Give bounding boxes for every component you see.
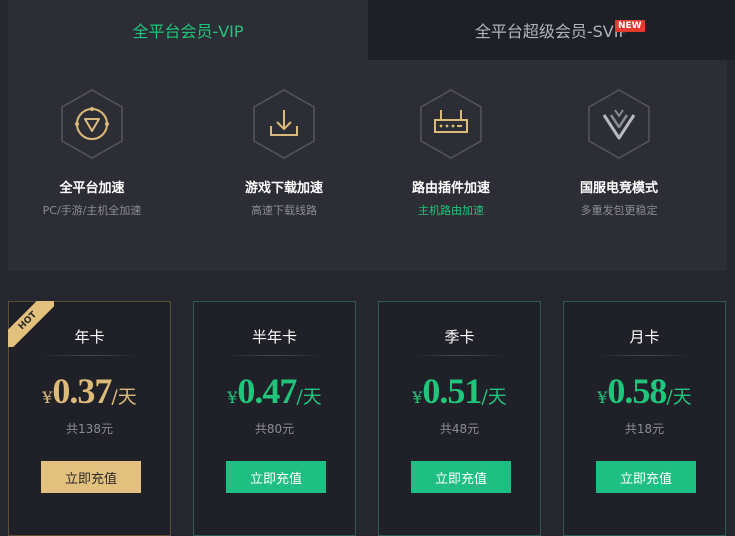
plan-name: 月卡 bbox=[629, 328, 660, 346]
daily-price: 0.58 bbox=[607, 371, 667, 411]
plan-card-monthly[interactable]: 月卡 ¥0.58/天 共18元 立即充值 bbox=[563, 301, 726, 536]
plan-name: 年卡 bbox=[74, 328, 105, 346]
features-panel: 全平台加速 PC/手游/主机全加速 游戏下载加速 高速下载线路 路由插件加速 主… bbox=[8, 60, 727, 271]
plan-name: 半年卡 bbox=[251, 328, 297, 346]
divider bbox=[596, 355, 693, 356]
feature-title: 全平台加速 bbox=[59, 181, 125, 196]
currency-symbol: ¥ bbox=[42, 388, 53, 407]
plan-card-half-year[interactable]: 半年卡 ¥0.47/天 共80元 立即充值 bbox=[193, 301, 356, 536]
total-price: 共18元 bbox=[624, 422, 665, 436]
tab-svip-label: 全平台超级会员-SVIP bbox=[474, 22, 629, 41]
currency-symbol: ¥ bbox=[597, 388, 608, 407]
currency-symbol: ¥ bbox=[227, 388, 238, 407]
recharge-button[interactable]: 立即充值 bbox=[411, 461, 511, 493]
divider bbox=[411, 355, 508, 356]
price-unit: /天 bbox=[481, 386, 507, 408]
tab-vip-label: 全平台会员-VIP bbox=[132, 22, 244, 41]
feature-title: 国服电竞模式 bbox=[579, 181, 658, 196]
total-price: 共80元 bbox=[254, 422, 295, 436]
tab-svip[interactable]: 全平台超级会员-SVIP NEW bbox=[368, 0, 735, 60]
plan-card-yearly[interactable]: HOT 年卡 ¥0.37/天 共138元 立即充值 bbox=[8, 301, 171, 536]
total-price: 共138元 bbox=[66, 422, 113, 436]
daily-price: 0.37 bbox=[52, 371, 112, 411]
feature-title: 路由插件加速 bbox=[411, 181, 490, 196]
price-unit: /天 bbox=[296, 386, 322, 408]
price-row: ¥0.51/天 bbox=[379, 370, 540, 412]
price-row: ¥0.37/天 bbox=[9, 370, 170, 412]
recharge-button[interactable]: 立即充值 bbox=[41, 461, 141, 493]
recharge-button[interactable]: 立即充值 bbox=[596, 461, 696, 493]
feature-desc: PC/手游/主机全加速 bbox=[42, 204, 142, 217]
daily-price: 0.51 bbox=[422, 371, 482, 411]
feature-title: 游戏下载加速 bbox=[244, 181, 323, 196]
price-row: ¥0.58/天 bbox=[564, 370, 725, 412]
divider bbox=[226, 355, 323, 356]
platform-accelerate-icon bbox=[61, 89, 123, 159]
feature-desc: 多重发包更稳定 bbox=[580, 204, 658, 217]
feature-desc: 高速下载线路 bbox=[251, 204, 317, 217]
download-icon bbox=[253, 89, 315, 159]
plan-card-quarterly[interactable]: 季卡 ¥0.51/天 共48元 立即充值 bbox=[378, 301, 541, 536]
divider bbox=[41, 355, 138, 356]
esports-v-icon bbox=[588, 89, 650, 159]
price-row: ¥0.47/天 bbox=[194, 370, 355, 412]
currency-symbol: ¥ bbox=[412, 388, 423, 407]
feature-desc: 主机路由加速 bbox=[418, 204, 484, 217]
recharge-button[interactable]: 立即充值 bbox=[226, 461, 326, 493]
new-badge: NEW bbox=[615, 20, 645, 32]
router-icon bbox=[420, 89, 482, 159]
plan-name: 季卡 bbox=[444, 328, 475, 346]
total-price: 共48元 bbox=[439, 422, 480, 436]
daily-price: 0.47 bbox=[237, 371, 297, 411]
membership-tabs: 全平台会员-VIP 全平台超级会员-SVIP NEW bbox=[8, 0, 735, 60]
tab-vip[interactable]: 全平台会员-VIP bbox=[8, 0, 368, 60]
price-unit: /天 bbox=[666, 386, 692, 408]
price-unit: /天 bbox=[111, 386, 137, 408]
